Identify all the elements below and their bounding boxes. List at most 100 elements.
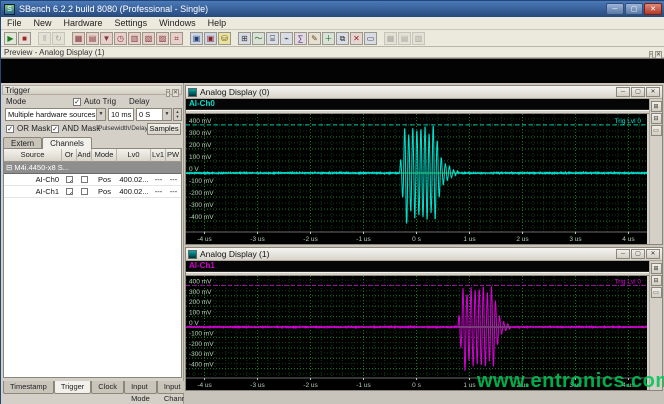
delay-spinner[interactable]: ▲▼ bbox=[173, 108, 182, 121]
column-header-or[interactable]: Or bbox=[62, 149, 77, 162]
tab-trigger[interactable]: Trigger bbox=[54, 381, 91, 394]
and-checkbox[interactable] bbox=[81, 176, 88, 183]
y-tick-label: 300 mV bbox=[189, 130, 212, 137]
restore-button[interactable]: ▢ bbox=[631, 249, 645, 259]
y-tick-label: -200 mV bbox=[189, 190, 214, 197]
tab-channels[interactable]: Channels bbox=[42, 137, 92, 149]
column-header-lv0[interactable]: Lv0 bbox=[117, 149, 151, 162]
tab-timestamp[interactable]: Timestamp bbox=[3, 381, 54, 394]
input-mode-icon[interactable]: ▤ bbox=[86, 32, 99, 45]
table-row[interactable]: AI-Ch0✓Pos400.02...------ bbox=[4, 174, 181, 186]
auto-trig-time-field[interactable]: 10 ms bbox=[108, 108, 134, 121]
menu-new[interactable]: New bbox=[28, 17, 58, 30]
add-channel-icon[interactable]: ＋ bbox=[322, 32, 335, 45]
trig-level-label[interactable]: Trig Lvl 0 bbox=[615, 118, 642, 125]
monitor-icon[interactable]: ▭ bbox=[364, 32, 377, 45]
restore-button[interactable]: ▢ bbox=[631, 87, 645, 97]
trig-level-label[interactable]: Trig Lvl 0 bbox=[615, 278, 642, 285]
y-tick-label: -100 mV bbox=[189, 178, 214, 185]
checkbox-icon[interactable]: ✓ bbox=[6, 125, 14, 133]
or-checkbox[interactable]: ✓ bbox=[66, 176, 73, 183]
cursor-button[interactable]: ▭ bbox=[651, 125, 662, 136]
chevron-down-icon[interactable]: ▼ bbox=[96, 109, 105, 120]
preview-caption-bar[interactable]: Preview - Analog Display (1) ▫✕ bbox=[1, 47, 664, 58]
close-button[interactable]: ✕ bbox=[646, 249, 660, 259]
calculator-icon[interactable]: ∑ bbox=[294, 32, 307, 45]
close-button[interactable]: ✕ bbox=[172, 89, 179, 97]
output-mode-icon[interactable]: ▧ bbox=[142, 32, 155, 45]
checkbox-icon[interactable]: ✓ bbox=[51, 125, 59, 133]
menu-hardware[interactable]: Hardware bbox=[58, 17, 109, 30]
save-icon[interactable]: ▣ bbox=[190, 32, 203, 45]
zoom-out-button[interactable]: ⊟ bbox=[651, 275, 662, 286]
channel-name: AI-Ch1 bbox=[4, 186, 62, 197]
edit-icon[interactable]: ✎ bbox=[308, 32, 321, 45]
zoom-in-button[interactable]: ⊞ bbox=[651, 263, 662, 274]
minimize-button[interactable]: ─ bbox=[616, 87, 630, 97]
or-checkbox[interactable]: ✓ bbox=[66, 188, 73, 195]
multi-purpose-io-icon[interactable]: ⌗ bbox=[170, 32, 183, 45]
display-title-bar[interactable]: Analog Display (1)─▢✕ bbox=[186, 248, 662, 261]
channel-legend-bar[interactable]: AI-Ch1 bbox=[186, 261, 649, 272]
export-icon[interactable]: ⛁ bbox=[218, 32, 231, 45]
zoom-in-button[interactable]: ⊞ bbox=[651, 101, 662, 112]
digital-display-icon[interactable]: ⌸ bbox=[266, 32, 279, 45]
zoom-out-button[interactable]: ⊟ bbox=[651, 113, 662, 124]
column-header-pw[interactable]: PW bbox=[166, 149, 181, 162]
menu-file[interactable]: File bbox=[1, 17, 28, 30]
trigger-setup-icon[interactable]: ▼ bbox=[100, 32, 113, 45]
column-header-and[interactable]: And bbox=[77, 149, 92, 162]
window-controls: ─▢✕ bbox=[606, 3, 662, 15]
chevron-down-icon[interactable]: ▼ bbox=[162, 109, 171, 120]
close-button[interactable]: ✕ bbox=[646, 87, 660, 97]
copy-display-icon[interactable]: ⧉ bbox=[336, 32, 349, 45]
trigger-mode-select[interactable]: Multiple hardware sources with AND/OR▼ bbox=[5, 108, 106, 121]
and-checkbox[interactable] bbox=[81, 188, 88, 195]
channel-legend-bar[interactable]: AI-Ch0 bbox=[186, 99, 649, 110]
y-tick-label: 200 mV bbox=[189, 299, 212, 306]
close-button[interactable]: ✕ bbox=[644, 3, 662, 15]
column-header-mode[interactable]: Mode bbox=[92, 149, 117, 162]
clock-setup-icon[interactable]: ◷ bbox=[114, 32, 127, 45]
column-header-lv1[interactable]: Lv1 bbox=[151, 149, 166, 162]
float-button[interactable]: ▫ bbox=[166, 89, 170, 97]
menu-windows[interactable]: Windows bbox=[153, 17, 202, 30]
checkbox-icon[interactable]: ✓ bbox=[73, 98, 81, 106]
memory-setup-icon[interactable]: ▨ bbox=[156, 32, 169, 45]
menu-settings[interactable]: Settings bbox=[109, 17, 154, 30]
stop-acquisition-icon[interactable]: ■ bbox=[18, 32, 31, 45]
analog-display-window-0[interactable]: Analog Display (0)─▢✕AI-Ch0 Trig Lvl 0400… bbox=[185, 85, 663, 245]
and-mask-checkbox[interactable]: ✓ AND Mask bbox=[51, 124, 100, 133]
cursor-button[interactable]: ▭ bbox=[651, 287, 662, 298]
channel-enable-icon[interactable]: ▥ bbox=[128, 32, 141, 45]
chart-ai-ch0[interactable]: Trig Lvl 0400 mV300 mV200 mV100 mV0 V-10… bbox=[186, 114, 647, 244]
save-as-icon[interactable]: ▣ bbox=[204, 32, 217, 45]
menu-help[interactable]: Help bbox=[202, 17, 233, 30]
new-display-icon[interactable]: ⊞ bbox=[238, 32, 251, 45]
tab-input-mode[interactable]: Input Mode bbox=[124, 381, 157, 394]
delay-field[interactable]: 0 S▼ bbox=[136, 108, 172, 121]
table-row[interactable]: AI-Ch1✓Pos400.02...------ bbox=[4, 186, 181, 198]
or-mask-checkbox[interactable]: ✓ OR Mask bbox=[6, 124, 50, 133]
start-acquisition-icon[interactable]: ▶ bbox=[4, 32, 17, 45]
title-bar[interactable]: S SBench 6.2.2 build 8080 (Professional … bbox=[1, 1, 664, 17]
minimize-button[interactable]: ─ bbox=[606, 3, 624, 15]
preview-area[interactable] bbox=[1, 58, 664, 83]
hardware-setup-icon[interactable]: ▦ bbox=[72, 32, 85, 45]
delete-display-icon[interactable]: ✕ bbox=[350, 32, 363, 45]
collapse-icon[interactable]: ⊟ bbox=[6, 163, 12, 172]
auto-trig-checkbox[interactable]: ✓ Auto Trig bbox=[73, 97, 116, 106]
maximize-button[interactable]: ▢ bbox=[625, 3, 643, 15]
table-group-row[interactable]: ⊟ M4i.4450-x8 S... bbox=[4, 162, 181, 174]
y-tick-label: 0 V bbox=[189, 320, 199, 327]
trigger-panel-header[interactable]: Trigger ▫✕ bbox=[2, 85, 182, 95]
column-header-source[interactable]: Source bbox=[4, 149, 62, 162]
analog-display-icon[interactable]: 〜 bbox=[252, 32, 265, 45]
spectrum-display-icon[interactable]: ⌁ bbox=[280, 32, 293, 45]
and-mask-label: AND Mask bbox=[62, 124, 100, 133]
tab-clock[interactable]: Clock bbox=[91, 381, 124, 394]
samples-button[interactable]: Samples bbox=[147, 123, 181, 135]
and-cell bbox=[77, 174, 92, 185]
display-title-bar[interactable]: Analog Display (0)─▢✕ bbox=[186, 86, 662, 99]
minimize-button[interactable]: ─ bbox=[616, 249, 630, 259]
